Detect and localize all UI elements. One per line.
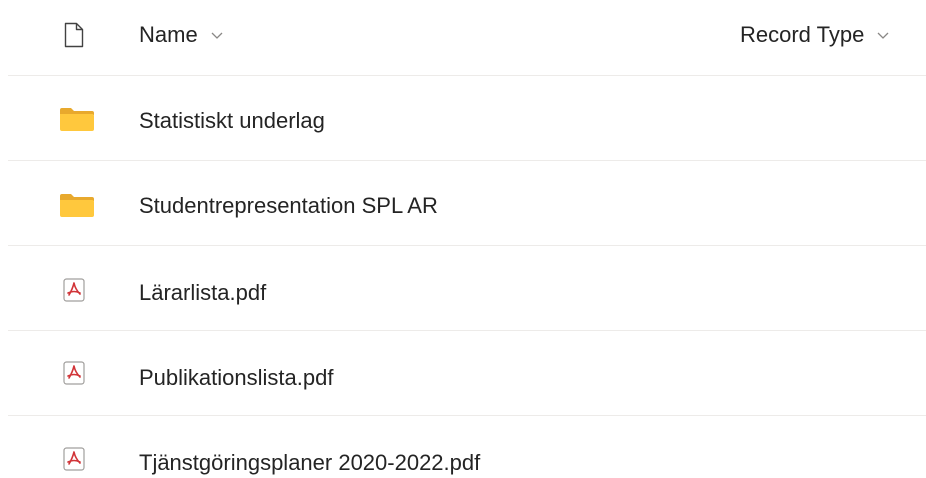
pdf-icon bbox=[63, 361, 85, 390]
list-item-name[interactable]: Publikationslista.pdf bbox=[139, 363, 333, 393]
document-icon[interactable] bbox=[64, 22, 84, 48]
chevron-down-icon bbox=[876, 28, 890, 42]
list-item-name[interactable]: Statistiskt underlag bbox=[139, 106, 325, 136]
column-header-record-type-label: Record Type bbox=[740, 22, 865, 47]
list-header: Name Record Type bbox=[0, 0, 926, 75]
list-item-name[interactable]: Tjänstgöringsplaner 2020-2022.pdf bbox=[139, 448, 480, 478]
list-item[interactable]: Lärarlista.pdf bbox=[0, 246, 926, 330]
chevron-down-icon bbox=[210, 28, 224, 42]
list-item[interactable]: Studentrepresentation SPL AR bbox=[0, 161, 926, 245]
folder-icon bbox=[59, 107, 95, 136]
column-header-name[interactable]: Name bbox=[139, 18, 224, 52]
list-item[interactable]: Tjänstgöringsplaner 2020-2022.pdf bbox=[0, 416, 926, 478]
list-item-name[interactable]: Studentrepresentation SPL AR bbox=[139, 191, 438, 221]
column-header-record-type[interactable]: Record Type bbox=[740, 18, 890, 52]
list-item[interactable]: Statistiskt underlag bbox=[0, 76, 926, 160]
column-header-name-label: Name bbox=[139, 22, 198, 47]
list-item[interactable]: Publikationslista.pdf bbox=[0, 331, 926, 415]
pdf-icon bbox=[63, 447, 85, 476]
pdf-icon bbox=[63, 278, 85, 307]
folder-icon bbox=[59, 193, 95, 222]
file-list: Name Record Type Statistiskt underlag St… bbox=[0, 0, 926, 478]
list-item-name[interactable]: Lärarlista.pdf bbox=[139, 278, 266, 308]
